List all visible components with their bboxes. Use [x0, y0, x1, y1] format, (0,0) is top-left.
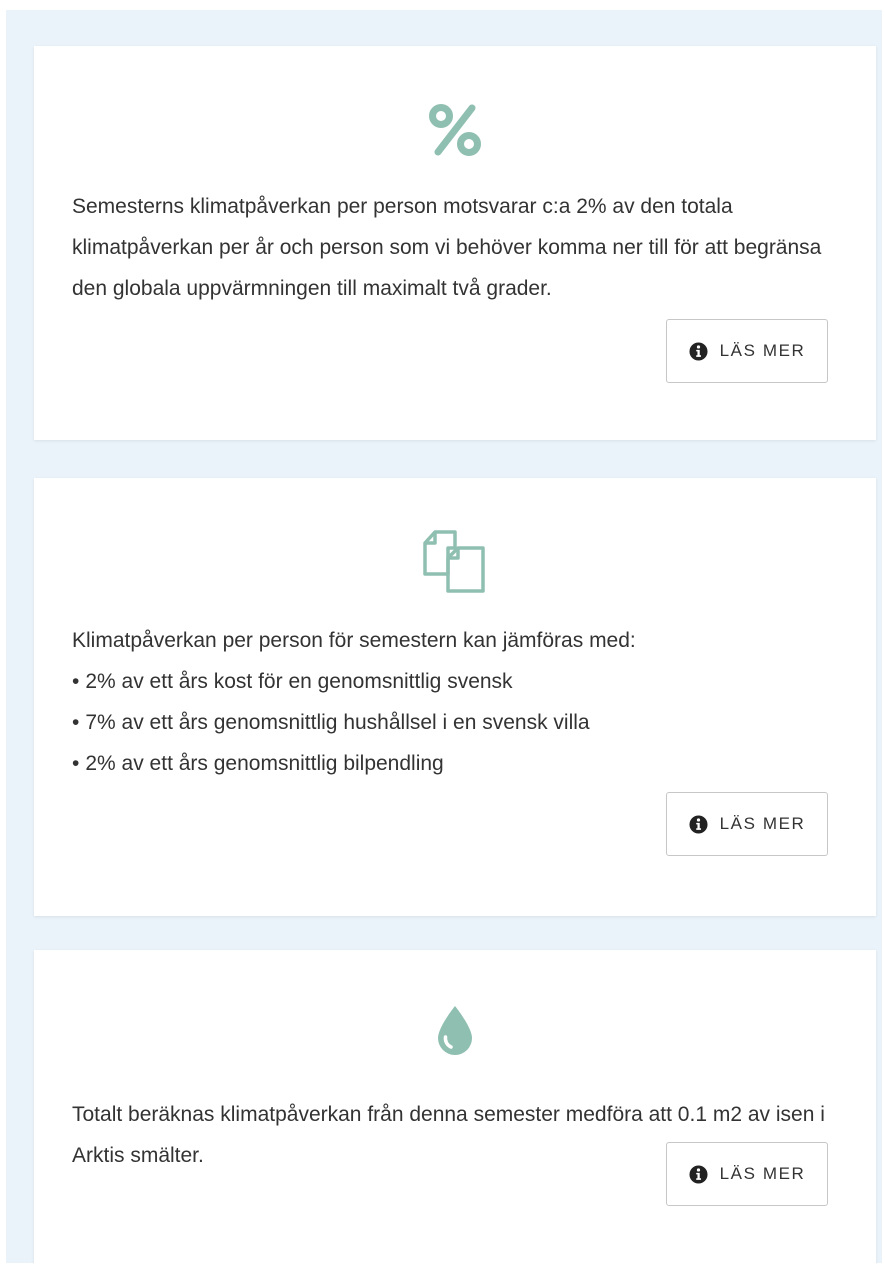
info-circle-icon [689, 1164, 708, 1184]
card-description: Semesterns klimatpåverkan per person mot… [72, 195, 822, 300]
read-more-label: LÄS MER [719, 1164, 806, 1183]
comparison-intro: Klimatpåverkan per person för semestern … [72, 629, 636, 652]
comparison-card: Klimatpåverkan per person för semestern … [34, 478, 876, 916]
percent-icon [429, 104, 481, 156]
list-item: 7% av ett års genomsnittlig hushållsel i… [72, 702, 842, 743]
read-more-label: LÄS MER [719, 814, 806, 833]
water-drop-icon [438, 1006, 472, 1055]
info-circle-icon [689, 814, 708, 834]
comparison-text: Klimatpåverkan per person för semestern … [72, 620, 842, 784]
read-more-label: LÄS MER [719, 341, 806, 360]
read-more-button[interactable]: LÄS MER [666, 792, 828, 856]
list-item: 2% av ett års kost för en genomsnittlig … [72, 661, 842, 702]
comparison-list: 2% av ett års kost för en genomsnittlig … [72, 661, 842, 784]
info-circle-icon [689, 341, 708, 361]
arctic-ice-card: Totalt beräknas klimatpåverkan från denn… [34, 950, 876, 1264]
list-item: 2% av ett års genomsnittlig bilpendling [72, 743, 842, 784]
climate-share-card: Semesterns klimatpåverkan per person mot… [34, 46, 876, 440]
page-background: Semesterns klimatpåverkan per person mot… [6, 10, 882, 1264]
read-more-button[interactable]: LÄS MER [666, 319, 828, 383]
read-more-button[interactable]: LÄS MER [666, 1142, 828, 1206]
copy-documents-icon [423, 530, 485, 593]
